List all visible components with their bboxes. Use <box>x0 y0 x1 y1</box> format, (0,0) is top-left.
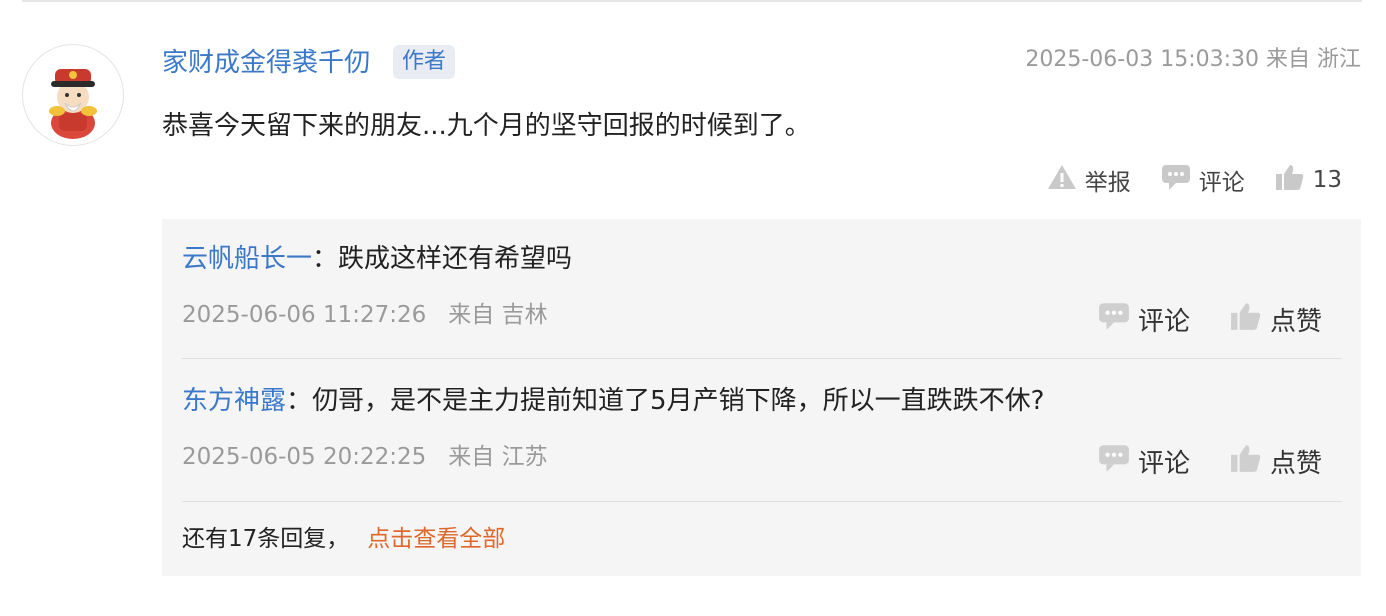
reply-time: 2025-06-06 11:27:26 <box>182 302 427 328</box>
replies-panel: 云帆船长一：跌成这样还有希望吗 2025-06-06 11:27:26 来自 吉林… <box>162 219 1361 576</box>
view-all-link[interactable]: 点击查看全部 <box>367 526 505 552</box>
reply-meta: 2025-06-06 11:27:26 来自 吉林 <box>182 299 548 331</box>
reply-comment-button[interactable]: 评论 <box>1098 301 1190 338</box>
reply-item: 东方神露：仞哥，是不是主力提前知道了5月产销下降，所以一直跌跌不休? 2025-… <box>182 383 1342 479</box>
more-replies: 还有17条回复， 点击查看全部 <box>182 522 505 556</box>
comment-label: 评论 <box>1198 170 1245 196</box>
warning-icon <box>1047 164 1077 196</box>
reply-line: 东方神露：仞哥，是不是主力提前知道了5月产销下降，所以一直跌跌不休? <box>182 383 1342 419</box>
like-count: 13 <box>1312 167 1342 193</box>
reply-colon: ： <box>286 386 313 416</box>
comment-button[interactable]: 评论 <box>1161 163 1245 197</box>
reply-comment-button[interactable]: 评论 <box>1098 443 1190 480</box>
reply-like-label: 点赞 <box>1269 449 1322 479</box>
thumbs-up-icon <box>1230 301 1262 338</box>
report-label: 举报 <box>1084 170 1131 196</box>
top-divider <box>22 0 1362 2</box>
comment-actions: 举报 评论 13 <box>1047 162 1342 198</box>
reply-location: 来自 吉林 <box>448 302 548 328</box>
author-name[interactable]: 家财成金得裘千仞 <box>162 46 370 80</box>
thumbs-up-icon <box>1275 163 1305 197</box>
reply-divider <box>182 501 1342 502</box>
reply-actions: 评论 点赞 <box>1098 443 1322 480</box>
author-badge: 作者 <box>393 45 456 79</box>
reply-comment-label: 评论 <box>1137 307 1190 337</box>
god-of-wealth-avatar-icon <box>49 69 97 139</box>
comment-bubble-icon <box>1098 301 1130 338</box>
comment-bubble-icon <box>1161 163 1191 197</box>
reply-location: 来自 江苏 <box>448 444 548 470</box>
reply-line: 云帆船长一：跌成这样还有希望吗 <box>182 241 1342 277</box>
reply-colon: ： <box>312 244 339 274</box>
reply-comment-label: 评论 <box>1137 449 1190 479</box>
reply-like-label: 点赞 <box>1269 307 1322 337</box>
reply-like-button[interactable]: 点赞 <box>1230 443 1322 480</box>
reply-text: 仞哥，是不是主力提前知道了5月产销下降，所以一直跌跌不休? <box>312 386 1045 416</box>
reply-username[interactable]: 云帆船长一 <box>182 244 312 274</box>
more-replies-count: 还有17条回复， <box>182 526 350 552</box>
reply-username[interactable]: 东方神露 <box>182 386 286 416</box>
comment-text: 恭喜今天留下来的朋友...九个月的坚守回报的时候到了。 <box>162 111 811 141</box>
comment-bubble-icon <box>1098 443 1130 480</box>
like-button[interactable]: 13 <box>1275 163 1342 197</box>
reply-actions: 评论 点赞 <box>1098 301 1322 338</box>
reply-meta: 2025-06-05 20:22:25 来自 江苏 <box>182 441 548 473</box>
thumbs-up-icon <box>1230 443 1262 480</box>
report-button[interactable]: 举报 <box>1047 163 1131 197</box>
reply-text: 跌成这样还有希望吗 <box>338 244 573 274</box>
reply-like-button[interactable]: 点赞 <box>1230 301 1322 338</box>
reply-item: 云帆船长一：跌成这样还有希望吗 2025-06-06 11:27:26 来自 吉林… <box>182 241 1342 337</box>
reply-time: 2025-06-05 20:22:25 <box>182 444 427 470</box>
reply-divider <box>182 358 1342 359</box>
avatar[interactable] <box>22 44 124 146</box>
post-time: 2025-06-03 15:03:30 来自 浙江 <box>1025 47 1361 72</box>
